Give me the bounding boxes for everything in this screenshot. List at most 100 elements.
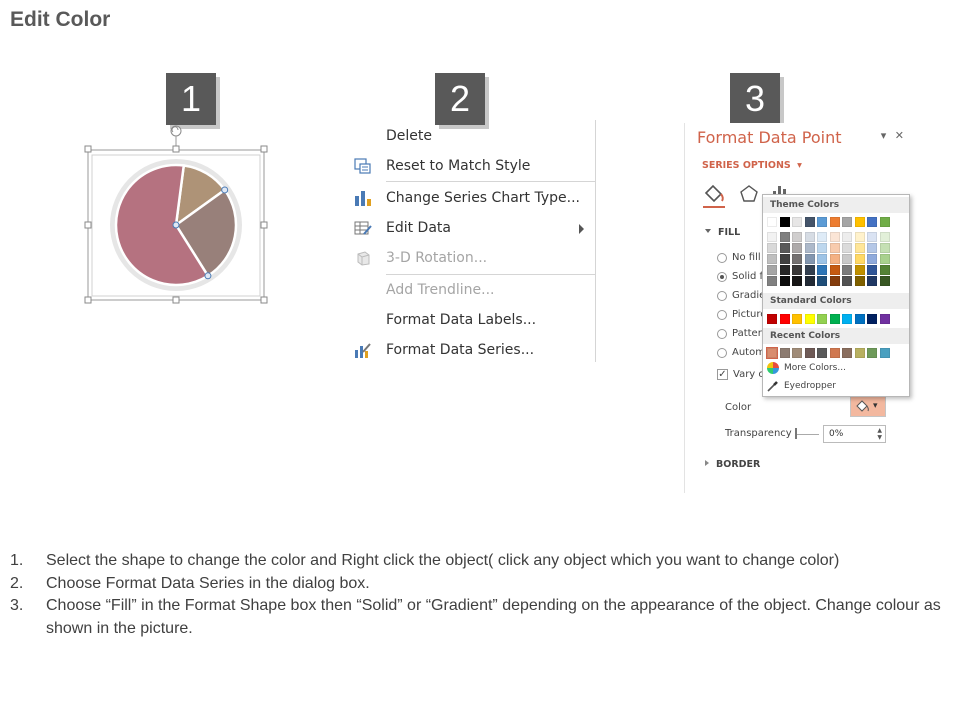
menu-item-format-data-series[interactable]: Format Data Series... — [350, 335, 596, 365]
theme-shade-swatch[interactable] — [779, 276, 790, 286]
radio-circle[interactable] — [717, 328, 727, 339]
slice-handle-2[interactable] — [221, 186, 229, 194]
theme-shade-swatch[interactable] — [779, 254, 790, 264]
theme-shade-swatch[interactable] — [829, 276, 840, 286]
recent-color-swatch[interactable] — [817, 348, 827, 358]
resize-handle-e[interactable] — [260, 221, 268, 229]
standard-color-swatch[interactable] — [867, 314, 877, 324]
pane-options-dropdown-icon[interactable]: ▾ — [881, 129, 887, 142]
slice-handle-3[interactable] — [204, 272, 212, 280]
standard-color-swatch[interactable] — [779, 314, 790, 324]
recent-color-swatch[interactable] — [867, 348, 877, 358]
standard-color-swatch[interactable] — [829, 314, 840, 324]
menu-item-change-chart-type[interactable]: Change Series Chart Type... — [350, 183, 596, 213]
recent-color-swatch[interactable] — [854, 348, 865, 358]
fill-color-button[interactable]: ▾ — [850, 395, 886, 417]
theme-color-swatch[interactable] — [817, 217, 827, 227]
theme-shade-swatch[interactable] — [879, 254, 890, 264]
radio-no-fill[interactable]: No fill — [717, 252, 761, 263]
resize-handle-ne[interactable] — [260, 145, 268, 153]
theme-color-swatch[interactable] — [842, 217, 852, 227]
theme-shade-swatch[interactable] — [817, 232, 827, 242]
recent-color-swatch[interactable] — [779, 348, 790, 358]
recent-color-swatch[interactable] — [792, 348, 802, 358]
standard-color-swatch[interactable] — [879, 314, 890, 324]
radio-circle[interactable] — [717, 290, 727, 301]
theme-shade-swatch[interactable] — [817, 276, 827, 286]
standard-color-swatch[interactable] — [804, 314, 815, 324]
radio-gradient-fill[interactable]: Gradie — [717, 290, 765, 301]
transparency-input[interactable]: 0% ▲ ▼ — [823, 425, 886, 443]
recent-color-swatch[interactable] — [879, 348, 890, 358]
theme-shade-swatch[interactable] — [867, 254, 877, 264]
standard-color-swatch[interactable] — [767, 314, 777, 324]
slice-handle-1[interactable] — [172, 221, 180, 229]
theme-shade-swatch[interactable] — [854, 276, 865, 286]
theme-shade-swatch[interactable] — [779, 232, 790, 242]
theme-shade-swatch[interactable] — [842, 276, 852, 286]
theme-shade-swatch[interactable] — [842, 265, 852, 275]
theme-shade-swatch[interactable] — [792, 276, 802, 286]
resize-handle-n[interactable] — [172, 145, 180, 153]
theme-shade-swatch[interactable] — [804, 276, 815, 286]
recent-color-swatch[interactable] — [829, 348, 840, 358]
theme-color-swatch[interactable] — [854, 217, 865, 227]
theme-shade-swatch[interactable] — [867, 265, 877, 275]
theme-shade-swatch[interactable] — [817, 254, 827, 264]
theme-shade-swatch[interactable] — [867, 243, 877, 253]
fill-line-tab-icon[interactable] — [703, 184, 725, 208]
theme-shade-swatch[interactable] — [779, 265, 790, 275]
radio-circle[interactable] — [717, 252, 727, 263]
menu-item-edit-data[interactable]: Edit Data — [350, 213, 596, 243]
menu-item-format-data-labels[interactable]: Format Data Labels... — [350, 305, 596, 335]
pie-chart-selection[interactable] — [84, 125, 269, 305]
theme-shade-swatch[interactable] — [854, 232, 865, 242]
radio-circle[interactable] — [717, 271, 727, 282]
resize-handle-sw[interactable] — [84, 296, 92, 304]
radio-solid-fill[interactable]: Solid fi — [717, 271, 766, 282]
theme-shade-swatch[interactable] — [792, 265, 802, 275]
theme-color-swatch[interactable] — [767, 217, 777, 227]
radio-circle[interactable] — [717, 347, 727, 358]
theme-shade-swatch[interactable] — [804, 254, 815, 264]
standard-color-swatch[interactable] — [792, 314, 802, 324]
menu-item-reset-style[interactable]: Reset to Match Style — [350, 151, 596, 181]
theme-shade-swatch[interactable] — [767, 232, 777, 242]
theme-color-swatch[interactable] — [804, 217, 815, 227]
theme-color-swatch[interactable] — [867, 217, 877, 227]
radio-automatic[interactable]: Autom — [717, 347, 765, 358]
theme-shade-swatch[interactable] — [867, 232, 877, 242]
theme-shade-swatch[interactable] — [879, 265, 890, 275]
theme-shade-swatch[interactable] — [879, 276, 890, 286]
checkbox-box[interactable]: ✓ — [717, 369, 728, 380]
transparency-slider-track[interactable] — [795, 434, 819, 435]
theme-shade-swatch[interactable] — [854, 265, 865, 275]
theme-shade-swatch[interactable] — [767, 265, 777, 275]
resize-handle-nw[interactable] — [84, 145, 92, 153]
theme-color-swatch[interactable] — [879, 217, 890, 227]
radio-picture-fill[interactable]: Picture — [717, 309, 766, 320]
recent-color-swatch[interactable] — [804, 348, 815, 358]
fill-section-header[interactable]: FILL — [705, 227, 740, 238]
theme-shade-swatch[interactable] — [817, 265, 827, 275]
radio-circle[interactable] — [717, 309, 727, 320]
theme-color-swatch[interactable] — [779, 217, 790, 227]
theme-shade-swatch[interactable] — [867, 276, 877, 286]
theme-color-swatch[interactable] — [792, 217, 802, 227]
theme-shade-swatch[interactable] — [879, 243, 890, 253]
theme-shade-swatch[interactable] — [779, 243, 790, 253]
effects-tab-icon[interactable] — [740, 185, 758, 202]
theme-shade-swatch[interactable] — [804, 232, 815, 242]
theme-shade-swatch[interactable] — [842, 232, 852, 242]
theme-shade-swatch[interactable] — [842, 243, 852, 253]
theme-shade-swatch[interactable] — [854, 243, 865, 253]
theme-shade-swatch[interactable] — [879, 232, 890, 242]
theme-color-swatch[interactable] — [829, 217, 840, 227]
theme-shade-swatch[interactable] — [842, 254, 852, 264]
eyedropper-link[interactable]: Eyedropper — [767, 380, 836, 392]
theme-shade-swatch[interactable] — [792, 254, 802, 264]
recent-color-swatch[interactable] — [842, 348, 852, 358]
theme-shade-swatch[interactable] — [829, 232, 840, 242]
theme-shade-swatch[interactable] — [792, 232, 802, 242]
theme-shade-swatch[interactable] — [804, 265, 815, 275]
